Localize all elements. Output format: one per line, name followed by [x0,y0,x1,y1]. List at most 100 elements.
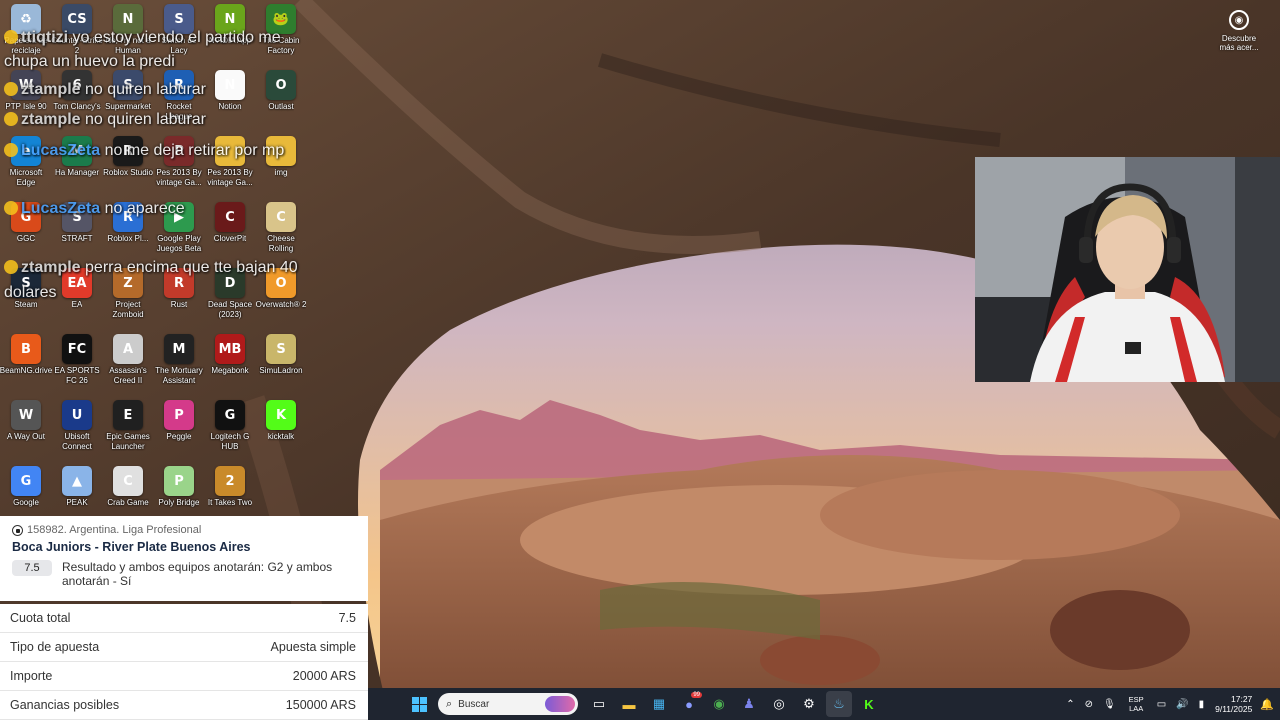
settings-button[interactable]: ⚙ [796,691,822,717]
summary-label: Ganancias posibles [10,698,120,712]
desktop-shortcut[interactable]: C CloverPit [204,202,256,244]
desktop-shortcut[interactable]: Kkicktalk [255,400,307,442]
desktop-shortcut[interactable]: W A Way Out [0,400,52,442]
chevron-up-icon[interactable]: ⌃ [1066,699,1074,710]
chat-badge-icon [4,143,18,157]
desktop-shortcut[interactable]: N Notion [204,70,256,112]
desktop-shortcut-label: The Mortuary Assistant [155,366,203,385]
desktop-shortcut-label: Dead Space (2023) [207,300,253,319]
kicktalk-icon: K [266,400,296,430]
desktop-shortcut[interactable]: P Peggle [153,400,205,442]
desktop-shortcut[interactable]: O Outlast [255,70,307,112]
desktop-shortcut[interactable]: E Epic Games Launcher [102,400,154,451]
desktop-shortcut[interactable]: U Ubisoft Connect [51,400,103,451]
notification-bell-icon[interactable]: 🔔 [1260,698,1274,711]
summary-value: Apuesta simple [270,640,356,654]
desktop-shortcut[interactable]: A Assassin's Creed II [102,334,154,385]
chrome-icon: G [11,466,41,496]
teams-button[interactable]: ♟ [736,691,762,717]
discord-badge: 99 [691,692,702,698]
volume-icon[interactable]: 🔊 [1176,699,1188,710]
obs-button[interactable]: ◎ [766,691,792,717]
desktop-shortcut-label: A Way Out [7,432,45,441]
desktop-shortcut-label: Logitech G HUB [210,432,250,451]
desktop-shortcut[interactable]: B BeamNG.drive [0,334,52,376]
chat-badge-icon [4,112,18,126]
desktop-shortcut[interactable]: G Logitech G HUB [204,400,256,451]
desktop-shortcut-label: Roblox Studio [103,168,153,177]
bet-type-row: Tipo de apuesta Apuesta simple [0,633,368,662]
desktop-shortcut[interactable]: C Cheese Rolling [255,202,307,253]
desktop-shortcut-label: Overwatch® 2 [255,300,307,309]
discover-label-line2: más acer... [1219,43,1259,52]
chat-text: no me deja retirar por mp [100,142,285,159]
desktop-shortcut-label: Epic Games Launcher [106,432,150,451]
keyboard-layout: LAA [1129,704,1144,713]
start-button[interactable] [406,691,432,717]
chat-text: dolares [4,284,57,301]
chat-username: LucasZeta [21,200,101,217]
microsoft-store-button[interactable]: ▦ [646,691,672,717]
search-icon: ⌕ [446,697,453,710]
chat-message: chupa un huevo la predi [4,52,175,71]
battery-icon[interactable]: ▮ [1199,699,1205,710]
file-explorer-button[interactable]: ▬ [616,691,642,717]
clock-date: 9/11/2025 [1215,704,1253,714]
desktop-shortcut[interactable]: P Poly Bridge [153,466,205,508]
desktop-shortcut-label: Outlast [268,102,294,111]
chat-badge-icon [4,260,18,274]
desktop-shortcut-label: Notion [218,102,242,111]
desktop-shortcut-label: CloverPit [213,234,247,243]
bet-match-title: Boca Juniors - River Plate Buenos Aires [12,540,251,554]
summary-label: Tipo de apuesta [10,640,100,654]
discord-button[interactable]: ● 99 [676,691,702,717]
chat-message: ttiqtizi yo estoy viendo el partido me [4,28,281,47]
desktop-shortcut-label: Assassin's Creed II [109,366,147,385]
desktop-shortcut[interactable]: FC EA SPORTS FC 26 [51,334,103,385]
language-indicator[interactable]: ESP LAA [1129,695,1144,713]
desktop-shortcut[interactable]: C Crab Game [102,466,154,508]
summary-value: 20000 ARS [292,669,356,683]
bet-summary: Cuota total 7.5 Tipo de apuesta Apuesta … [0,604,368,720]
desktop-shortcut[interactable]: S SimuLadron [255,334,307,376]
kick-button[interactable]: K [856,691,882,717]
microphone-icon[interactable]: 🎙 [1103,699,1116,710]
chat-text: yo estoy viendo el partido me [68,29,281,46]
taskbar-clock[interactable]: 17:27 9/11/2025 [1215,694,1252,714]
desktop-shortcut-label: Rust [170,300,188,309]
cloverpit-icon: C [215,202,245,232]
desktop-shortcut-label: Google [13,498,39,507]
notion-icon: N [215,70,245,100]
desktop-shortcut-label: Google Play Juegos Beta [156,234,202,253]
wifi-icon[interactable]: ▭ [1157,699,1166,710]
obs-icon: ◎ [773,696,785,711]
epic-games-icon: E [113,400,143,430]
steam-button[interactable]: ♨ [826,691,852,717]
ea-fc-icon: FC [62,334,92,364]
chrome-button[interactable]: ◉ [706,691,732,717]
search-highlight-icon [545,696,575,712]
desktop-shortcut[interactable]: G Google [0,466,52,508]
folder-icon: ▬ [622,696,636,712]
network-off-icon[interactable]: ⊘ [1085,699,1093,710]
camera-icon: ◉ [1229,10,1249,30]
discover-more-button[interactable]: ◉ Descubre más acer... [1212,10,1266,52]
megabonk-icon: MB [215,334,245,364]
summary-label: Cuota total [10,611,71,625]
simuladron-icon: S [266,334,296,364]
taskbar-search-box[interactable]: ⌕ Buscar [438,693,578,715]
desktop-shortcut[interactable]: 2 It Takes Two [204,466,256,508]
desktop-shortcut-label: Ha Manager [54,168,100,177]
assassins-creed-icon: A [113,334,143,364]
chrome-icon: ◉ [713,696,725,711]
desktop-shortcut-label: Project Zomboid [112,300,144,319]
chat-text: perra encima que tte bajan 40 [80,259,298,276]
poly-bridge-icon: P [164,466,194,496]
bet-event-id: 158982. Argentina. Liga Profesional [27,524,202,536]
desktop-shortcut[interactable]: M The Mortuary Assistant [153,334,205,385]
desktop-shortcut[interactable]: MB Megabonk [204,334,256,376]
task-view-button[interactable]: ▭ [586,691,612,717]
desktop-shortcut-label: Cheese Rolling [267,234,295,253]
desktop-shortcut[interactable]: ▲ PEAK [51,466,103,508]
desktop-shortcut-label: Crab Game [107,498,149,507]
